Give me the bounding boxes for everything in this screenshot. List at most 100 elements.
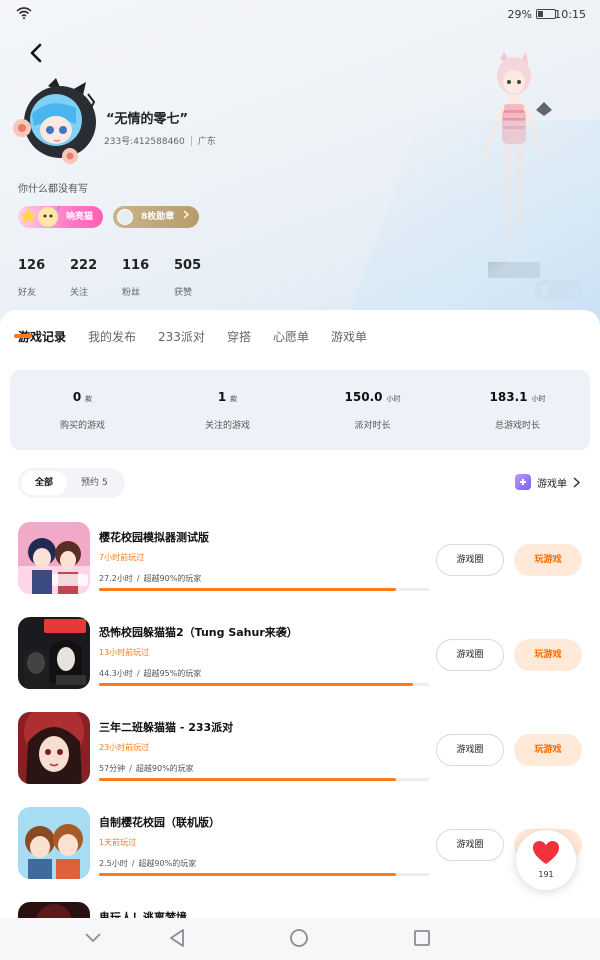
summary-value: 183.1 xyxy=(489,390,528,404)
level-badge-label: 响亮猫 xyxy=(66,212,94,222)
game-last-played: 13小时前玩过 xyxy=(99,648,150,657)
game-last-played: 7小时前玩过 xyxy=(99,553,145,562)
battery-icon xyxy=(536,9,556,19)
game-rank: 超越90%的玩家 xyxy=(143,574,202,583)
level-badge[interactable]: 响亮猫 xyxy=(18,205,104,228)
play-game-button[interactable]: 玩游戏 xyxy=(514,544,582,576)
user-region: 广东 xyxy=(197,137,216,147)
filter-reserved-count: 5 xyxy=(102,478,108,488)
game-row[interactable]: 鬼玩人！逃离梦境 xyxy=(0,902,600,918)
stat-label: 关注 xyxy=(70,288,89,298)
profile-tabs: 游戏记录 我的发布 233派对 穿搭 心愿单 游戏单 xyxy=(18,328,367,345)
play-progress-fill xyxy=(99,683,413,686)
content-panel: 游戏记录 我的发布 233派对 穿搭 心愿单 游戏单 0款 购买的游戏 1款 关… xyxy=(0,310,600,960)
user-id: 233号:412588460 xyxy=(104,137,185,147)
tab-wishlist[interactable]: 心愿单 xyxy=(273,328,309,345)
summary-label: 派对时长 xyxy=(354,421,391,431)
tab-my-posts[interactable]: 我的发布 xyxy=(88,328,136,345)
game-title: 恐怖校园躲猫猫2（Tung Sahur来袭） xyxy=(99,626,298,639)
game-title: 自制樱花校园（联机版） xyxy=(99,816,220,829)
summary-purchased[interactable]: 0款 购买的游戏 xyxy=(10,370,155,450)
game-duration: 27.2小时 xyxy=(99,574,133,583)
game-title: 鬼玩人！逃离梦境 xyxy=(99,911,187,918)
change-outfit-label: 换衣服 xyxy=(554,285,578,294)
active-tab-indicator xyxy=(14,334,32,338)
game-icon[interactable] xyxy=(18,712,90,784)
tab-outfits[interactable]: 穿搭 xyxy=(227,328,251,345)
heart-icon xyxy=(533,841,559,864)
medal-icon xyxy=(117,209,134,225)
game-row[interactable]: 樱花校园模拟器测试版 7小时前玩过 27.2小时 / 超越90%的玩家 游戏圈 玩游… xyxy=(0,522,600,612)
game-stat: 27.2小时 / 超越90%的玩家 xyxy=(99,574,202,583)
profile-stats: 126 好友 222 关注 116 粉丝 505 获赞 xyxy=(18,258,226,298)
summary-unit: 小时 xyxy=(531,395,546,403)
play-progress-bar xyxy=(99,873,429,876)
game-circle-button[interactable]: 游戏圈 xyxy=(436,639,504,671)
game-circle-button[interactable]: 游戏圈 xyxy=(436,544,504,576)
stat-label: 好友 xyxy=(18,288,37,298)
game-title: 三年二班躲猫猫 - 233派对 xyxy=(99,721,234,734)
tab-233-party[interactable]: 233派对 xyxy=(158,328,205,345)
summary-followed[interactable]: 1款 关注的游戏 xyxy=(155,370,300,450)
avatar[interactable] xyxy=(10,78,100,168)
record-filter: 全部 预约 5 xyxy=(18,468,125,498)
stat-friends[interactable]: 126 好友 xyxy=(18,258,70,298)
summary-party-time[interactable]: 150.0 小时 派对时长 xyxy=(300,370,445,450)
battery-percent: 29% xyxy=(507,8,532,21)
shirt-icon xyxy=(540,285,550,295)
play-progress-bar xyxy=(99,683,429,686)
stat-following[interactable]: 222 关注 xyxy=(70,258,122,298)
game-summary: 0款 购买的游戏 1款 关注的游戏 150.0 小时 派对时长 183.1 小时 总… xyxy=(10,370,590,450)
chevron-right-icon xyxy=(183,210,190,219)
home-circle-icon[interactable] xyxy=(289,928,309,948)
stat-fans[interactable]: 116 粉丝 xyxy=(122,258,174,298)
game-rank: 超越95%的玩家 xyxy=(143,669,202,678)
tab-game-lists[interactable]: 游戏单 xyxy=(331,328,367,345)
filter-all[interactable]: 全部 xyxy=(21,471,68,495)
summary-unit: 款 xyxy=(230,395,238,403)
game-last-played: 23小时前玩过 xyxy=(99,743,150,752)
game-duration: 2.5小时 xyxy=(99,859,128,868)
game-last-played: 1天前玩过 xyxy=(99,838,137,847)
chevron-down-icon[interactable] xyxy=(84,932,102,944)
filter-reserved[interactable]: 预约 5 xyxy=(67,471,122,495)
back-button[interactable] xyxy=(24,40,50,66)
play-progress-fill xyxy=(99,588,396,591)
game-icon[interactable] xyxy=(18,807,90,879)
game-row[interactable]: 恐怖校园躲猫猫2（Tung Sahur来袭） 13小时前玩过 44.3小时 / 超越… xyxy=(0,617,600,707)
stat-value: 505 xyxy=(174,258,202,273)
game-icon[interactable] xyxy=(18,617,90,689)
stat-label: 获赞 xyxy=(174,288,193,298)
meta-divider xyxy=(190,135,192,146)
character-model[interactable] xyxy=(458,52,568,292)
game-list-link[interactable]: 游戏单 xyxy=(515,474,580,490)
game-rank: 超越90%的玩家 xyxy=(138,859,197,868)
game-circle-button[interactable]: 游戏圈 xyxy=(436,734,504,766)
wifi-icon xyxy=(16,7,32,19)
game-row[interactable]: 自制樱花校园（联机版） 1天前玩过 2.5小时/超越90%的玩家 游戏圈 玩游戏 xyxy=(0,807,600,897)
play-progress-bar xyxy=(99,778,429,781)
back-triangle-icon[interactable] xyxy=(168,928,186,948)
system-nav-bar xyxy=(0,918,600,960)
summary-total-time[interactable]: 183.1 小时 总游戏时长 xyxy=(445,370,590,450)
summary-unit: 款 xyxy=(85,395,93,403)
game-circle-button[interactable]: 游戏圈 xyxy=(436,829,504,861)
game-duration: 57分钟 xyxy=(99,764,126,773)
recents-square-icon[interactable] xyxy=(413,929,431,947)
medal-badge[interactable]: 8枚勋章 xyxy=(113,206,200,228)
game-icon[interactable] xyxy=(18,522,90,594)
game-stat: 57分钟 / 超越90%的玩家 xyxy=(99,764,194,773)
play-game-button[interactable]: 玩游戏 xyxy=(514,639,582,671)
like-button[interactable]: 191 xyxy=(516,830,576,890)
game-icon[interactable] xyxy=(18,902,90,918)
game-title: 樱花校园模拟器测试版 xyxy=(99,531,209,544)
change-outfit-button[interactable]: 换衣服 xyxy=(534,280,582,300)
like-count: 191 xyxy=(538,870,554,879)
summary-unit: 小时 xyxy=(386,395,401,403)
game-row[interactable]: 三年二班躲猫猫 - 233派对 23小时前玩过 57分钟 / 超越90%的玩家 游戏… xyxy=(0,712,600,802)
play-game-button[interactable]: 玩游戏 xyxy=(514,734,582,766)
stat-value: 222 xyxy=(70,258,98,273)
stat-likes[interactable]: 505 获赞 xyxy=(174,258,226,298)
clock: 10:15 xyxy=(554,8,586,21)
user-bio: 你什么都没有写 xyxy=(18,184,88,195)
